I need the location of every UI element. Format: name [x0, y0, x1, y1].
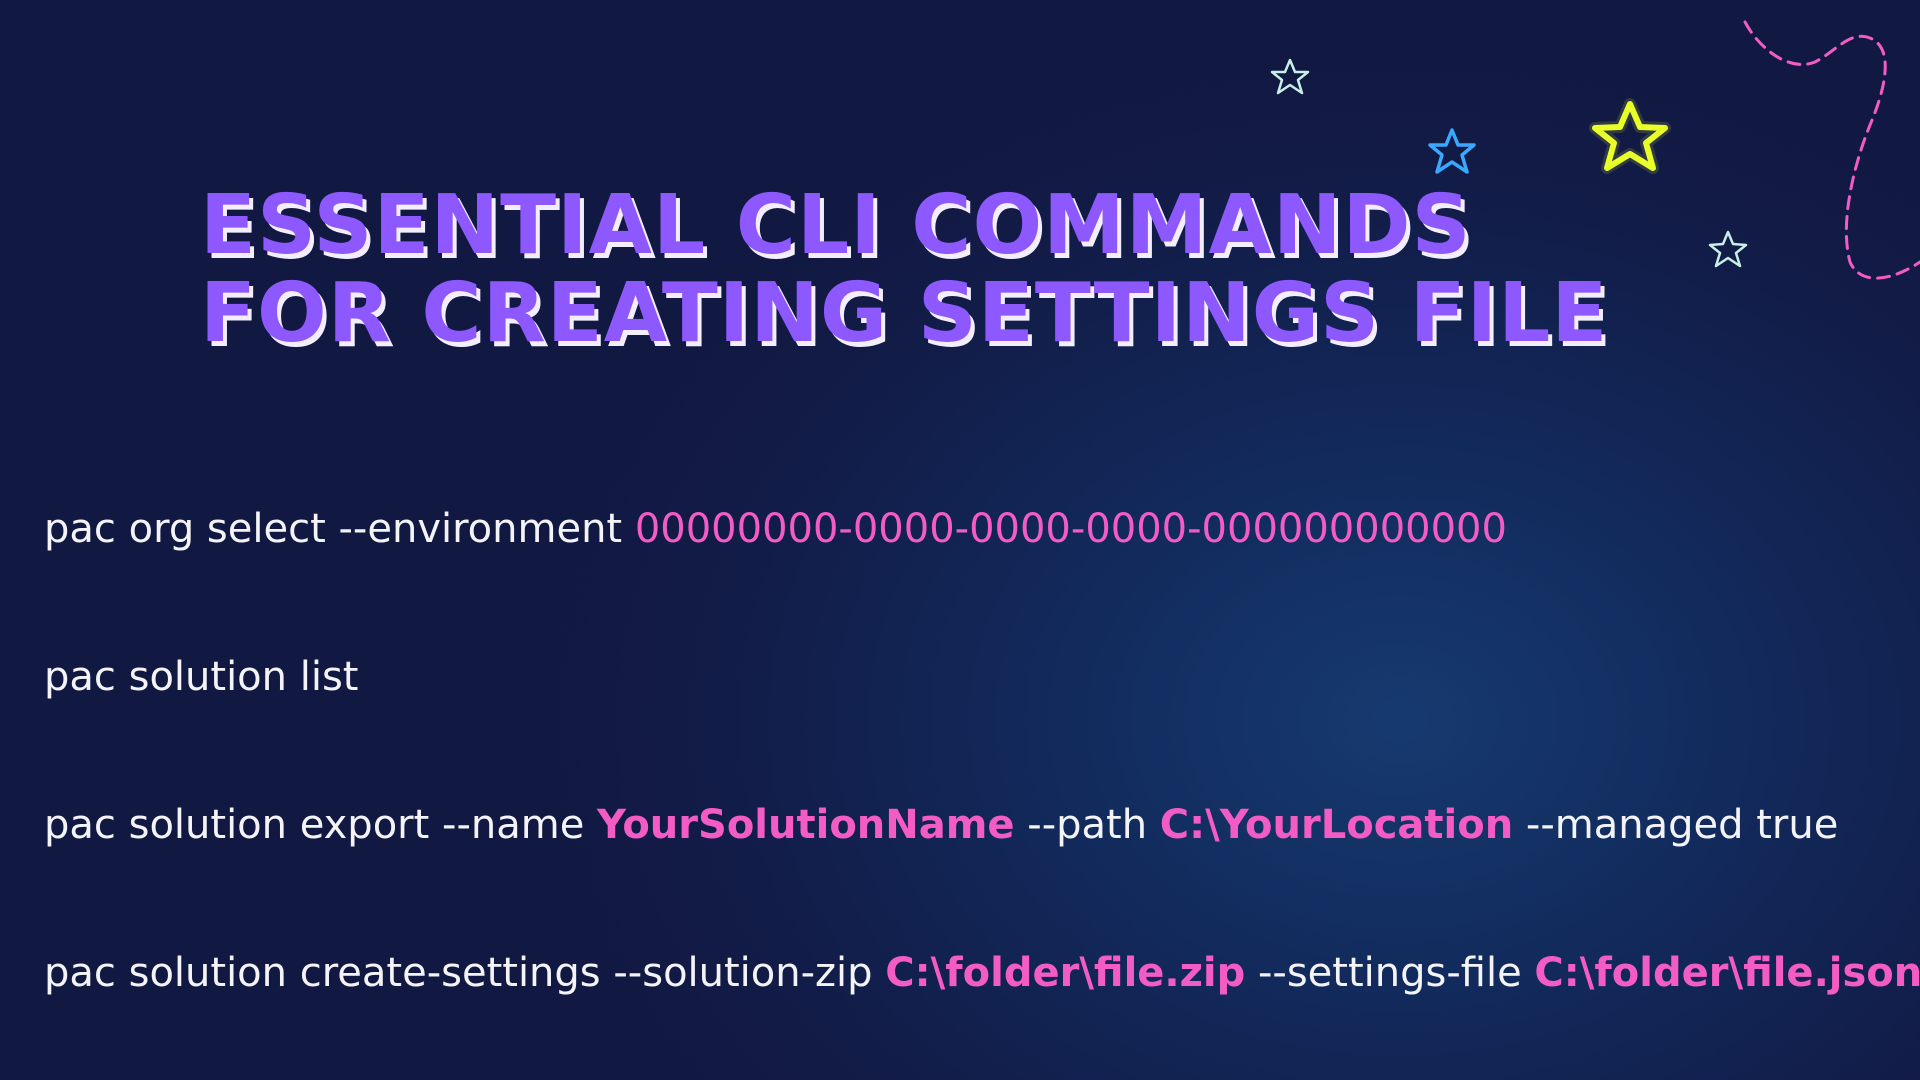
command-text: --path	[1014, 802, 1160, 848]
star-icon	[1270, 58, 1310, 95]
page-title: ESSENTIAL CLI COMMANDS FOR CREATING SETT…	[200, 178, 1609, 361]
star-icon	[1428, 128, 1476, 174]
export-path: C:\YourLocation	[1159, 802, 1514, 848]
dashed-swirl	[1743, 20, 1920, 280]
command-org-select: pac org select --environment 00000000-00…	[44, 504, 1507, 554]
star-icon	[1708, 230, 1748, 268]
solution-name: YourSolutionName	[597, 802, 1015, 848]
star-icon	[1589, 98, 1671, 174]
title-line-2: FOR CREATING SETTINGS FILE	[200, 266, 1609, 361]
title-line-1: ESSENTIAL CLI COMMANDS	[200, 178, 1472, 273]
command-text: pac solution export --name	[44, 802, 598, 848]
command-text: pac org select --environment	[44, 506, 635, 552]
settings-file-path: C:\folder\file.json	[1534, 950, 1920, 996]
command-text: pac solution create-settings --solution-…	[44, 950, 886, 996]
environment-id: 00000000-0000-0000-0000-000000000000	[634, 506, 1507, 552]
command-solution-list: pac solution list	[44, 652, 358, 702]
slide: ESSENTIAL CLI COMMANDS FOR CREATING SETT…	[0, 0, 1920, 1080]
command-text: --managed true	[1513, 802, 1839, 848]
command-solution-export: pac solution export --name YourSolutionN…	[44, 800, 1838, 850]
command-create-settings: pac solution create-settings --solution-…	[44, 948, 1920, 998]
command-text: pac solution list	[44, 654, 359, 700]
command-text: --settings-file	[1245, 950, 1535, 996]
solution-zip-path: C:\folder\file.zip	[885, 950, 1246, 996]
